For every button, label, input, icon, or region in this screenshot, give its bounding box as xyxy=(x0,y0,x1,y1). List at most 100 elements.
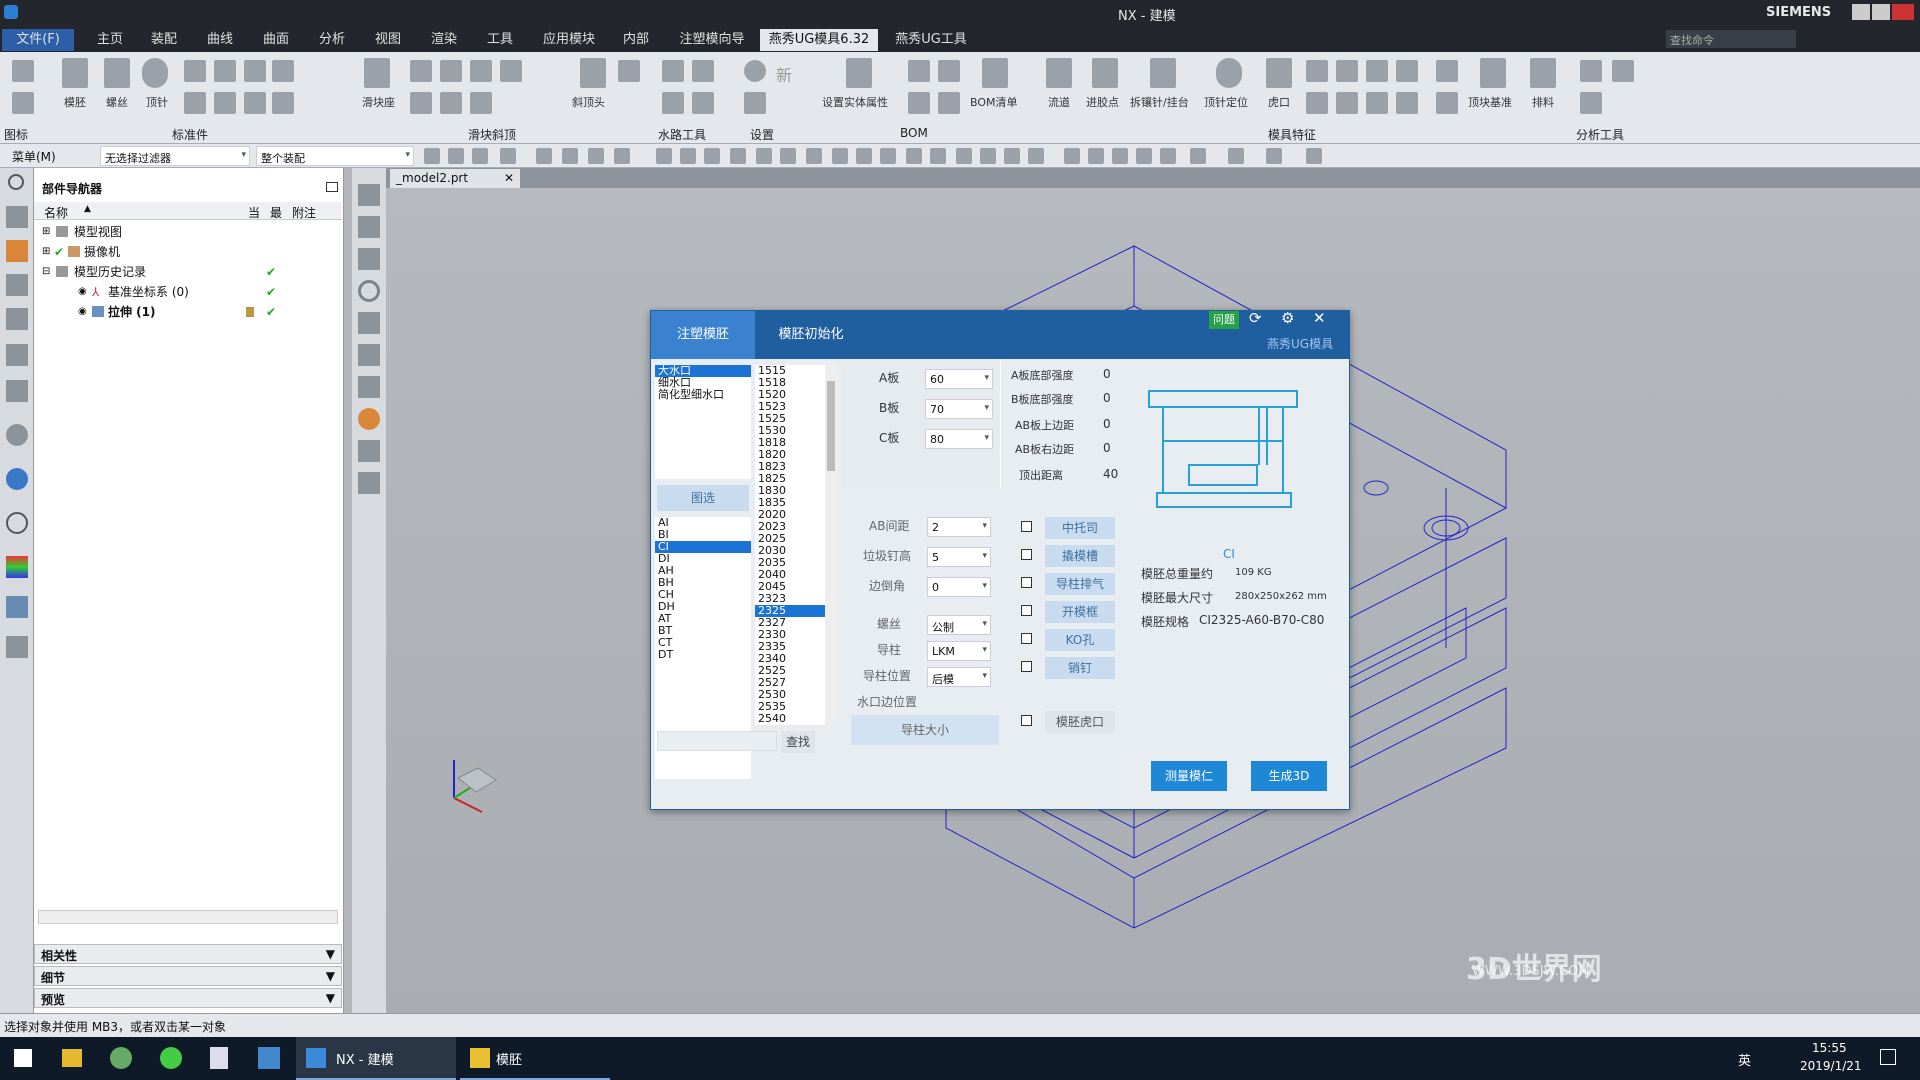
plate-a-select[interactable]: 60 xyxy=(925,369,993,389)
snap-icon-2[interactable] xyxy=(448,148,464,164)
list-item[interactable]: BI xyxy=(655,529,751,541)
group-water[interactable]: 水路工具 xyxy=(658,126,706,143)
guide-size-button[interactable]: 导柱大小 xyxy=(851,715,999,745)
pin-locate-label[interactable]: 顶针定位 xyxy=(1204,94,1248,110)
hide-icon[interactable] xyxy=(358,376,380,398)
snap-icon-17[interactable] xyxy=(856,148,872,164)
measure-icon[interactable] xyxy=(358,440,380,462)
gate-icon[interactable] xyxy=(1092,58,1118,88)
ko-hole-button[interactable]: KO孔 xyxy=(1045,629,1115,651)
mold-feature9-icon[interactable] xyxy=(1396,92,1418,114)
tiger-mouth-label[interactable]: 虎口 xyxy=(1268,94,1290,110)
nesting-label[interactable]: 排料 xyxy=(1532,94,1554,110)
tab-view[interactable]: 视图 xyxy=(364,29,412,51)
pin-locate-icon[interactable] xyxy=(1216,58,1242,88)
tab-injection-mold-base[interactable]: 注塑模胚 xyxy=(651,311,755,359)
mold-lock-checkbox[interactable] xyxy=(1021,715,1032,726)
view-icon-5[interactable] xyxy=(1160,148,1176,164)
screw-label[interactable]: 螺丝 xyxy=(106,94,128,110)
view-icon-3[interactable] xyxy=(1112,148,1128,164)
tab-mold-wizard[interactable]: 注塑模向导 xyxy=(670,29,754,51)
std-part4-icon[interactable] xyxy=(272,60,294,82)
search-input[interactable] xyxy=(657,731,777,751)
ejector-pin-icon[interactable] xyxy=(142,58,168,88)
bom2-icon[interactable] xyxy=(938,60,960,82)
slider6-icon[interactable] xyxy=(440,92,462,114)
assembly-navigator-tab-icon[interactable] xyxy=(6,240,28,262)
stop-pin-select[interactable]: 5 xyxy=(927,547,991,567)
ime-indicator[interactable]: 英 xyxy=(1738,1050,1751,1069)
tab-render[interactable]: 渲染 xyxy=(420,29,468,51)
col-current[interactable]: 当 xyxy=(248,204,260,221)
insert-pin-icon[interactable] xyxy=(1150,58,1176,88)
std-part6-icon[interactable] xyxy=(214,92,236,114)
lifter-head-label[interactable]: 斜顶头 xyxy=(572,94,605,110)
snap-icon-12[interactable] xyxy=(730,148,746,164)
snap-icon-24[interactable] xyxy=(1028,148,1044,164)
view-icon-9[interactable] xyxy=(1306,148,1322,164)
explorer-icon[interactable] xyxy=(62,1049,82,1067)
ab-right-margin-value[interactable]: 0 xyxy=(1103,441,1111,455)
snap-icon-22[interactable] xyxy=(980,148,996,164)
tiger-mouth-icon[interactable] xyxy=(1266,58,1292,88)
close-button[interactable] xyxy=(1892,4,1914,20)
slider7-icon[interactable] xyxy=(470,92,492,114)
snap-icon-8[interactable] xyxy=(614,148,630,164)
mold-base-icon[interactable] xyxy=(62,58,88,88)
palette-tab-icon[interactable] xyxy=(6,556,28,578)
col-latest[interactable]: 最 xyxy=(270,204,282,221)
snap-icon-4[interactable] xyxy=(500,148,516,164)
snap-icon-13[interactable] xyxy=(756,148,772,164)
water-tool4-icon[interactable] xyxy=(692,92,714,114)
snap-icon-20[interactable] xyxy=(930,148,946,164)
analysis3-icon[interactable] xyxy=(1580,92,1602,114)
pick-button[interactable]: 图选 xyxy=(657,485,749,511)
tab-yanxiu-mold[interactable]: 燕秀UG模具6.32 xyxy=(760,29,878,51)
snap-icon-9[interactable] xyxy=(656,148,672,164)
center-bush-checkbox[interactable] xyxy=(1021,521,1032,532)
guide-position-select[interactable]: 后模 xyxy=(927,667,991,687)
icon-grid-icon[interactable] xyxy=(12,60,34,82)
search-button[interactable]: 查找 xyxy=(781,731,815,753)
settings-icon[interactable]: ⚙ xyxy=(1281,309,1294,327)
show-icon[interactable] xyxy=(358,408,380,430)
restore-button[interactable] xyxy=(1872,4,1890,20)
water-tool-icon[interactable] xyxy=(662,60,684,82)
group-analysis[interactable]: 分析工具 xyxy=(1576,126,1624,143)
navigator-maximize-icon[interactable] xyxy=(326,182,338,192)
group-standard[interactable]: 标准件 xyxy=(172,126,208,143)
pry-slot-button[interactable]: 撬模槽 xyxy=(1045,545,1115,567)
mold-feature5-icon[interactable] xyxy=(1436,60,1458,82)
b-bottom-strength-value[interactable]: 0 xyxy=(1103,391,1111,405)
dialog-close-icon[interactable]: ✕ xyxy=(1313,309,1326,327)
taskbar-mold-base[interactable]: 模胚 xyxy=(460,1037,610,1080)
tree-row[interactable]: ⊞ 模型视图 xyxy=(34,222,342,242)
ko-hole-checkbox[interactable] xyxy=(1021,633,1032,644)
std-part7-icon[interactable] xyxy=(244,92,266,114)
tab-assembly[interactable]: 装配 xyxy=(140,29,188,51)
mold-feature3-icon[interactable] xyxy=(1366,60,1388,82)
eject-distance-value[interactable]: 40 xyxy=(1103,467,1118,481)
mold-feature4-icon[interactable] xyxy=(1396,60,1418,82)
panel-preview[interactable]: 预览 ▼ xyxy=(34,988,342,1008)
std-part5-icon[interactable] xyxy=(184,92,206,114)
mold-feature10-icon[interactable] xyxy=(1436,92,1458,114)
slider4-icon[interactable] xyxy=(500,60,522,82)
ab-top-margin-value[interactable]: 0 xyxy=(1103,417,1111,431)
snap-icon-14[interactable] xyxy=(780,148,796,164)
generate-3d-button[interactable]: 生成3D xyxy=(1251,761,1327,791)
reuse-library-tab-icon[interactable] xyxy=(6,308,28,330)
plate-c-select[interactable]: 80 xyxy=(925,429,993,449)
view-icon-1[interactable] xyxy=(1064,148,1080,164)
role-tab-icon[interactable] xyxy=(6,596,28,618)
tree-row[interactable]: ◉ ⅄ 基准坐标系 (0) ✔ xyxy=(34,282,342,302)
water-tool2-icon[interactable] xyxy=(692,60,714,82)
guide-vent-checkbox[interactable] xyxy=(1021,577,1032,588)
snap-icon-15[interactable] xyxy=(806,148,822,164)
lift-block-icon[interactable] xyxy=(1480,58,1506,88)
lift-block-label[interactable]: 顶块基准 xyxy=(1468,94,1512,110)
app-icon-3[interactable] xyxy=(210,1047,228,1069)
guide-vent-button[interactable]: 导柱排气 xyxy=(1045,573,1115,595)
measure-core-button[interactable]: 测量模仁 xyxy=(1151,761,1227,791)
mold-feature7-icon[interactable] xyxy=(1336,92,1358,114)
